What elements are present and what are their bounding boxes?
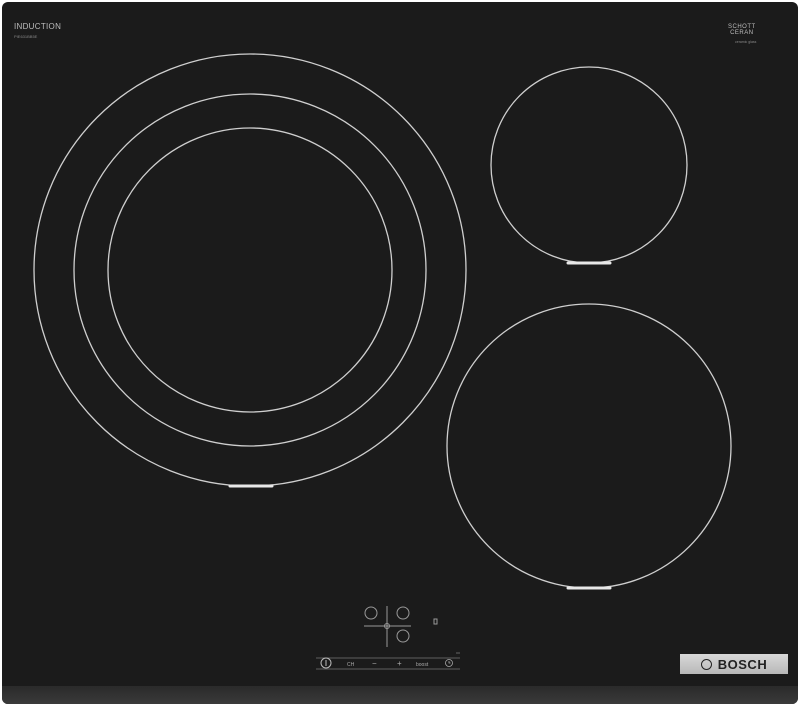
zone-large-inner-ring[interactable]: [107, 127, 393, 413]
schott-ceran-logo: SCHOTT CERAN: [728, 24, 756, 36]
brand-badge: BOSCH: [680, 654, 788, 674]
steel-frame: [2, 686, 798, 704]
bosch-logo-icon: [700, 658, 712, 670]
plus-button[interactable]: +: [397, 659, 402, 668]
minus-button[interactable]: −: [372, 659, 377, 668]
clock-icon[interactable]: [445, 659, 453, 667]
zone-large-middle-ring[interactable]: [73, 93, 427, 447]
glass-brand-line2: CERAN: [730, 30, 754, 36]
zone-selector-diagram[interactable]: [364, 606, 438, 647]
zone-small-rear-right[interactable]: [490, 66, 688, 264]
power-icon[interactable]: [320, 657, 332, 669]
boost-button[interactable]: boost: [416, 662, 428, 668]
induction-label: INDUCTION: [14, 22, 62, 31]
glass-sub-label: ceramic glass: [735, 40, 757, 44]
cooktop: INDUCTION PIE631BB5E SCHOTT CERAN cerami…: [2, 2, 798, 704]
combi-button[interactable]: CH: [347, 662, 354, 668]
touch-control-strip: [316, 652, 460, 670]
model-code: PIE631BB5E: [14, 34, 38, 39]
zone-large-outer-ring[interactable]: [33, 53, 467, 487]
brand-name: BOSCH: [717, 656, 768, 672]
zone-medium-front-right[interactable]: [446, 303, 732, 589]
cooking-zones: [33, 53, 732, 670]
